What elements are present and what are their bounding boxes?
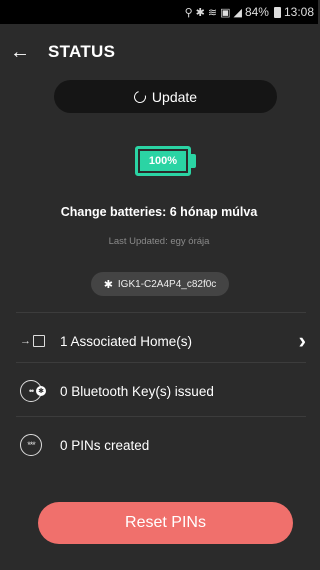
last-updated-text: Last Updated: egy órája xyxy=(108,236,210,247)
battery-status-icon xyxy=(273,6,281,18)
system-status-bar: ⚲ ✱ ≋ ▣ ◢ 84% 13:08 xyxy=(0,0,318,24)
bluetooth-status-icon: ✱ xyxy=(195,6,205,19)
sim-icon: ▣ xyxy=(220,6,231,19)
home-icon: → xyxy=(20,335,45,347)
page-title: STATUS xyxy=(48,42,116,61)
pins-label: 0 PINs created xyxy=(60,437,150,453)
device-id-chip: ✱ IGK1-C2A4P4_c82f0c xyxy=(91,272,229,296)
device-id: IGK1-C2A4P4_c82f0c xyxy=(117,278,217,290)
battery-fill: 100% xyxy=(140,151,186,171)
change-batteries-text: Change batteries: 6 hónap múlva xyxy=(60,205,258,219)
wifi-icon: ≋ xyxy=(207,6,218,19)
pin-icon: *** xyxy=(20,434,42,456)
back-arrow-icon[interactable]: ← xyxy=(0,41,40,64)
update-button-label: Update xyxy=(151,88,198,105)
associated-homes-row[interactable]: → 1 Associated Home(s) › xyxy=(16,312,306,369)
bluetooth-icon: ✱ xyxy=(103,278,113,291)
clock: 13:08 xyxy=(283,5,314,19)
app-bar: ← STATUS xyxy=(0,24,318,80)
bluetooth-keys-label: 0 Bluetooth Key(s) issued xyxy=(60,383,214,399)
associated-homes-label: 1 Associated Home(s) xyxy=(60,333,193,349)
battery-indicator: 100% xyxy=(135,146,191,176)
bluetooth-key-icon: •• ✱ xyxy=(20,380,46,402)
bluetooth-keys-row: •• ✱ 0 Bluetooth Key(s) issued xyxy=(16,362,306,419)
refresh-icon xyxy=(131,88,149,105)
reset-pins-button[interactable]: Reset PINs xyxy=(38,502,293,544)
signal-icon: ◢ xyxy=(233,6,242,19)
pins-row: *** 0 PINs created xyxy=(16,416,306,473)
battery-percent: 84% xyxy=(244,5,269,19)
chevron-right-icon[interactable]: › xyxy=(299,328,306,354)
update-button[interactable]: Update xyxy=(54,80,277,113)
battery-tip xyxy=(191,154,196,168)
location-icon: ⚲ xyxy=(184,6,193,19)
reset-pins-label: Reset PINs xyxy=(125,514,206,531)
